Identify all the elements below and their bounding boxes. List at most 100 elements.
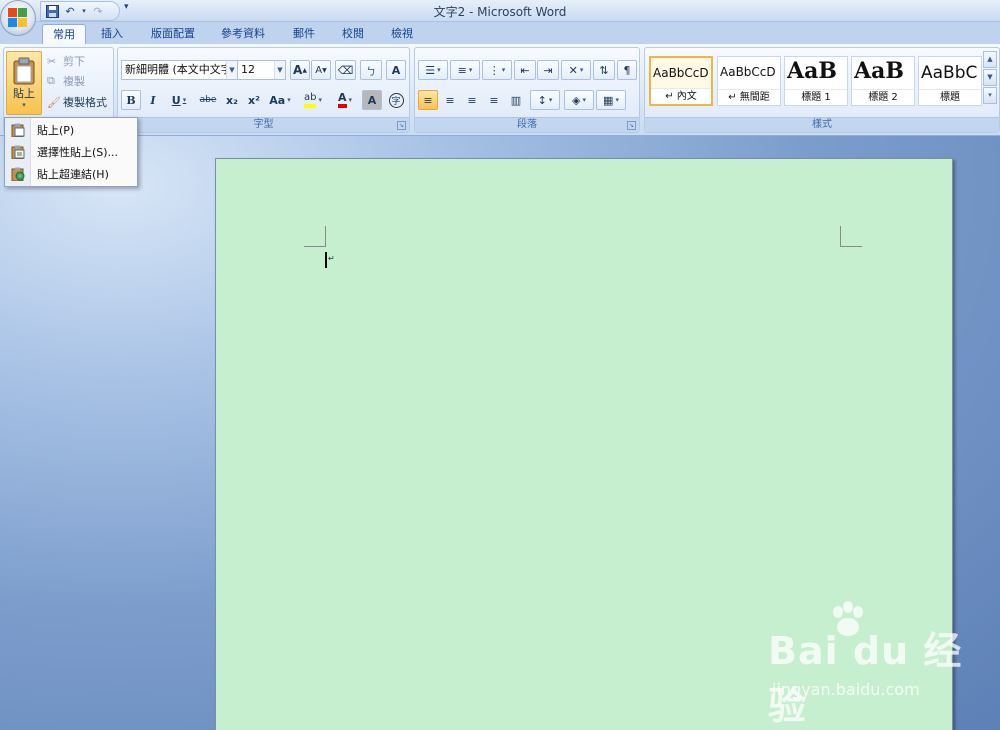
- style-heading-2[interactable]: AaB 標題 2: [851, 56, 915, 106]
- font-color-button[interactable]: A ▾: [330, 90, 360, 110]
- character-border-icon[interactable]: A: [386, 60, 406, 80]
- tab-insert[interactable]: 插入: [92, 24, 132, 44]
- undo-icon[interactable]: ↶: [63, 4, 77, 18]
- numbering-icon[interactable]: ≡ ▾: [450, 60, 480, 80]
- redo-icon[interactable]: ↷: [91, 4, 105, 18]
- change-case-button[interactable]: Aa ▾: [266, 90, 294, 110]
- tab-review[interactable]: 校閱: [333, 24, 373, 44]
- style-title[interactable]: AaBbC 標題: [918, 56, 982, 106]
- copy-button[interactable]: ⧉ 複製: [46, 71, 106, 91]
- align-left-icon[interactable]: ≡: [418, 90, 438, 110]
- styles-group: AaBbCcD ↵ 內文 AaBbCcD ↵ 無間距 AaB 標題 1 AaB …: [644, 47, 1000, 133]
- chevron-down-icon: ▾: [287, 96, 291, 104]
- gallery-scroll-up-icon[interactable]: ▲: [983, 51, 997, 68]
- underline-button[interactable]: U ▾: [166, 90, 192, 110]
- menu-item-paste-special[interactable]: 選擇性貼上(S)...: [5, 142, 137, 162]
- show-marks-icon[interactable]: ¶: [617, 60, 637, 80]
- distributed-icon[interactable]: ▥: [506, 90, 526, 110]
- grow-font-label: A: [293, 63, 303, 77]
- baidu-paw-logo: [833, 601, 863, 636]
- copy-label: 複製: [63, 75, 85, 88]
- format-painter-button[interactable]: 🖌 複製格式: [46, 92, 112, 112]
- tab-mailings[interactable]: 郵件: [284, 24, 324, 44]
- menu-item-paste[interactable]: 貼上(P): [5, 120, 137, 140]
- undo-dropdown-icon[interactable]: ▾: [81, 4, 87, 18]
- office-button[interactable]: [0, 0, 36, 36]
- multilevel-list-icon[interactable]: ⋮ ▾: [482, 60, 512, 80]
- paragraph-dialog-launcher-icon[interactable]: ↘: [627, 121, 636, 130]
- cut-label: 剪下: [63, 55, 85, 68]
- font-color-icon: A: [337, 92, 347, 108]
- line-spacing-icon[interactable]: ↕ ▾: [530, 90, 560, 110]
- style-normal[interactable]: AaBbCcD ↵ 內文: [649, 56, 713, 106]
- menu-item-label: 選擇性貼上(S)...: [37, 146, 119, 159]
- style-name: ↵ 內文: [651, 88, 711, 104]
- save-icon[interactable]: [45, 4, 59, 18]
- borders-icon[interactable]: ▦ ▾: [596, 90, 626, 110]
- font-size-value: 12: [241, 63, 255, 76]
- font-dialog-launcher-icon[interactable]: ↘: [397, 121, 406, 130]
- tab-view[interactable]: 檢視: [382, 24, 422, 44]
- bold-button[interactable]: B: [121, 90, 141, 110]
- character-shading-icon[interactable]: A: [362, 90, 382, 110]
- justify-icon[interactable]: ≡: [484, 90, 504, 110]
- paragraph-mark: ↵: [328, 254, 335, 263]
- font-group-label: 字型: [118, 117, 409, 132]
- gallery-more-icon[interactable]: ▾: [983, 87, 997, 104]
- style-sample: AaB: [787, 58, 837, 84]
- crop-mark-top-left-v: [325, 226, 326, 247]
- watermark-main-text: Bai du 经验: [768, 629, 963, 728]
- shading-icon[interactable]: ◈ ▾: [564, 90, 594, 110]
- style-no-spacing[interactable]: AaBbCcD ↵ 無間距: [717, 56, 781, 106]
- paragraph-group-label: 段落: [415, 117, 639, 132]
- baidu-watermark: Bai du 经验 jingyan.baidu.com: [768, 601, 1000, 730]
- font-name-value: 新細明體 (本文中文字: [125, 63, 232, 76]
- decrease-indent-icon[interactable]: ⇤: [514, 60, 536, 80]
- style-sample: AaB: [854, 58, 904, 84]
- increase-indent-icon[interactable]: ⇥: [537, 60, 559, 80]
- strikethrough-button[interactable]: abe: [196, 90, 220, 110]
- paste-dropdown-icon: ▾: [22, 101, 26, 109]
- enclose-characters-icon[interactable]: 字: [386, 90, 406, 110]
- tab-page-layout[interactable]: 版面配置: [142, 24, 204, 44]
- paste-button[interactable]: 貼上 ▾: [6, 51, 42, 115]
- paste-menu: 貼上(P) 選擇性貼上(S)... 貼上超連結(H): [4, 117, 138, 187]
- clear-format-icon[interactable]: ⌫: [335, 60, 356, 80]
- subscript-button[interactable]: x₂: [222, 90, 242, 110]
- asian-layout-icon[interactable]: ✕ ▾: [561, 60, 591, 80]
- menu-item-label: 貼上(P): [37, 124, 75, 137]
- paste-icon: [5, 123, 31, 137]
- style-heading-1[interactable]: AaB 標題 1: [784, 56, 848, 106]
- superscript-button[interactable]: x²: [244, 90, 264, 110]
- chevron-down-icon: ▾: [318, 96, 322, 104]
- copy-icon: ⧉: [47, 74, 55, 87]
- title-bar: 文字2 - Microsoft Word: [0, 0, 1000, 22]
- tab-references[interactable]: 參考資料: [212, 24, 274, 44]
- align-center-icon[interactable]: ≡: [440, 90, 460, 110]
- grow-font-button[interactable]: A ▲: [290, 60, 310, 80]
- align-right-icon[interactable]: ≡: [462, 90, 482, 110]
- cut-button[interactable]: ✂ 剪下: [46, 51, 106, 71]
- phonetic-guide-icon[interactable]: ㄅ: [360, 60, 382, 80]
- shrink-font-label: A: [315, 64, 323, 76]
- gallery-scroll-down-icon[interactable]: ▼: [983, 69, 997, 86]
- sort-icon[interactable]: ⇅: [593, 60, 615, 80]
- crop-mark-top-right-h: [840, 246, 862, 247]
- italic-button[interactable]: I: [143, 90, 163, 110]
- customize-qat-icon[interactable]: ▾: [124, 2, 129, 12]
- menu-item-label: 貼上超連結(H): [37, 168, 109, 181]
- style-name: 標題 1: [785, 89, 847, 105]
- tab-home[interactable]: 常用: [42, 24, 86, 44]
- scissors-icon: ✂: [47, 54, 57, 68]
- ribbon-tabs: 常用 插入 版面配置 參考資料 郵件 校閱 檢視: [0, 22, 1000, 44]
- styles-group-label: 樣式: [645, 117, 999, 132]
- menu-item-paste-hyperlink[interactable]: 貼上超連結(H): [5, 164, 137, 184]
- font-size-combo[interactable]: 12 ▼: [237, 60, 286, 80]
- chevron-down-icon: ▾: [348, 96, 353, 104]
- font-name-combo[interactable]: 新細明體 (本文中文字 ▼: [121, 60, 238, 80]
- change-case-label: Aa: [269, 93, 286, 107]
- shrink-font-button[interactable]: A ▼: [311, 60, 331, 80]
- highlight-button[interactable]: ab ▾: [298, 90, 328, 110]
- bullets-icon[interactable]: ☰ ▾: [418, 60, 448, 80]
- paragraph-group: ☰ ▾ ≡ ▾ ⋮ ▾ ⇤ ⇥ ✕ ▾ ⇅ ¶ ≡ ≡ ≡ ≡ ▥ ↕ ▾ ◈ ▾ ▦ ▾ 段…: [414, 47, 640, 133]
